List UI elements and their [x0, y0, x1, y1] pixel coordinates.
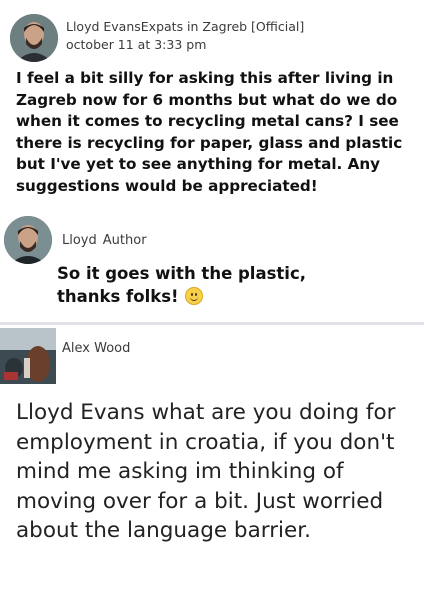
author-badge: Author [102, 232, 147, 248]
comment-body: Lloyd Evans what are you doing for emplo… [16, 400, 396, 543]
avatar[interactable] [10, 14, 58, 62]
divider [0, 322, 424, 325]
post-header: Lloyd EvansExpats in Zagreb [Official] o… [10, 14, 304, 62]
comment-author[interactable]: Lloyd Author [62, 233, 147, 248]
post-body: I feel a bit silly for asking this after… [16, 69, 403, 195]
smile-emoji-icon [184, 287, 203, 305]
post-thread: Lloyd EvansExpats in Zagreb [Official] o… [0, 0, 424, 610]
author-and-group[interactable]: Lloyd EvansExpats in Zagreb [Official] [66, 18, 304, 36]
comment-author-name[interactable]: Lloyd [62, 233, 97, 248]
comment-body: So it goes with the plastic, thanks folk… [57, 262, 357, 308]
comment-author-name[interactable]: Alex Wood [62, 341, 130, 356]
comment-header: Alex Wood [0, 328, 130, 384]
post-timestamp[interactable]: october 11 at 3:33 pm [66, 36, 304, 54]
avatar[interactable] [0, 328, 56, 384]
post-meta: Lloyd EvansExpats in Zagreb [Official] o… [66, 18, 304, 54]
comment-header: Lloyd Author [4, 216, 147, 264]
comment-text: So it goes with the plastic, thanks folk… [57, 264, 307, 306]
avatar[interactable] [4, 216, 52, 264]
